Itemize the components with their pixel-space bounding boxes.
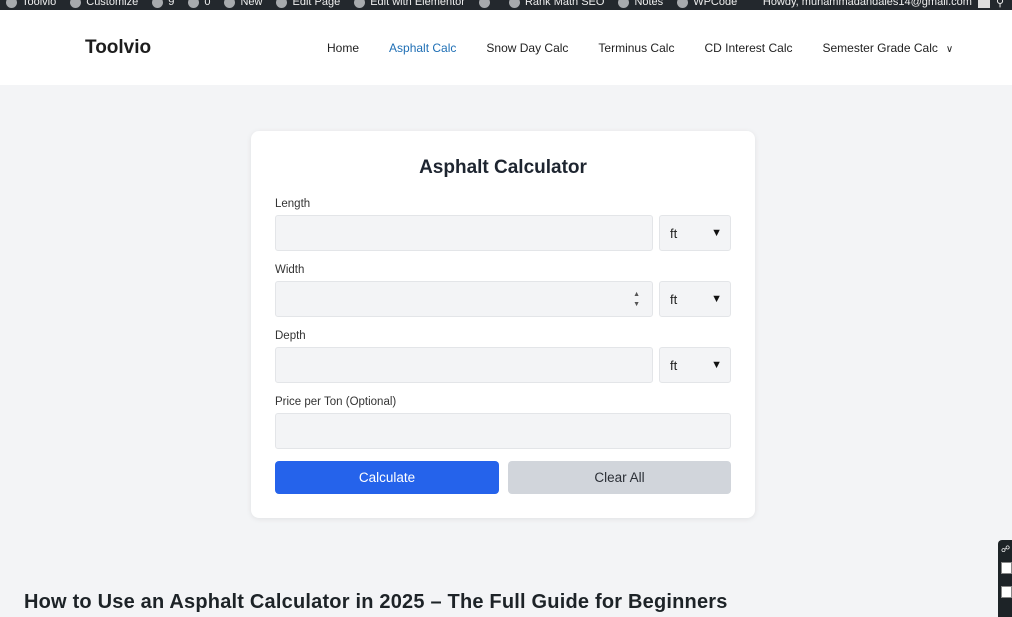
- avatar[interactable]: [977, 0, 990, 8]
- length-unit-value: ft: [670, 225, 678, 241]
- admin-bar-label: Customize: [86, 0, 139, 8]
- length-label: Length: [275, 198, 311, 210]
- number-spinner-icon[interactable]: ▲ ▼: [633, 290, 640, 310]
- nav-item-label: Asphalt Calc: [389, 41, 457, 55]
- admin-bar-item[interactable]: 9: [152, 0, 174, 8]
- nav-item-label: Semester Grade Calc: [822, 41, 938, 55]
- admin-bar-item[interactable]: 0: [188, 0, 210, 8]
- admin-bar-icon: [478, 0, 490, 8]
- admin-bar-item[interactable]: [478, 0, 495, 8]
- admin-bar-item[interactable]: Edit Page: [276, 0, 340, 8]
- width-unit-value: ft: [670, 291, 678, 307]
- admin-bar-icon: [6, 0, 17, 8]
- search-icon[interactable]: ⚲: [996, 0, 1004, 9]
- width-unit-select[interactable]: ft ▼: [659, 281, 731, 317]
- width-input[interactable]: ▲ ▼: [275, 281, 653, 317]
- chevron-down-icon: ▼: [711, 293, 722, 305]
- nav-item-label: Home: [327, 41, 360, 55]
- site-header: Toolvio Home Asphalt Calc Snow Day Calc Ter…: [0, 10, 1012, 85]
- width-label: Width: [275, 264, 305, 276]
- nav-item-label: CD Interest Calc: [704, 41, 793, 55]
- price-label: Price per Ton (Optional): [275, 396, 397, 408]
- nav-item-asphalt-calc[interactable]: Asphalt Calc: [389, 41, 456, 55]
- admin-bar-label: WPCode: [693, 0, 738, 8]
- length-unit-select[interactable]: ft ▼: [659, 215, 731, 251]
- nav-item-semester-grade-calc[interactable]: Semester Grade Calc ∨: [822, 41, 953, 55]
- depth-label: Depth: [275, 330, 306, 342]
- admin-bar-item[interactable]: Notes: [618, 0, 663, 8]
- admin-bar-label: Toolvio: [22, 0, 57, 8]
- calculator-title: Asphalt Calculator: [419, 157, 587, 178]
- main-nav: Home Asphalt Calc Snow Day Calc Terminus Ca…: [327, 41, 983, 55]
- site-logo[interactable]: Toolvio: [85, 37, 151, 59]
- chevron-down-icon: ▼: [711, 359, 722, 371]
- admin-bar-label: 0: [204, 0, 211, 8]
- admin-bar-label: Notes: [634, 0, 664, 8]
- widget-box[interactable]: [1001, 562, 1012, 574]
- admin-bar-left: Toolvio Customize 9 0 New Edit Page Edit with …: [6, 0, 751, 8]
- admin-bar-icon: [224, 0, 236, 8]
- calculate-button[interactable]: Calculate: [275, 461, 499, 494]
- nav-item-label: Snow Day Calc: [486, 41, 569, 55]
- nav-item-terminus-calc[interactable]: Terminus Calc: [598, 41, 674, 55]
- admin-bar-icon: [70, 0, 82, 8]
- admin-bar-icon: [276, 0, 288, 8]
- admin-bar-icon: [152, 0, 164, 8]
- admin-bar-label: New: [240, 0, 263, 8]
- widget-box[interactable]: [1001, 586, 1012, 598]
- admin-bar-right: Howdy, muhammadandales14@gmail.com ⚲: [763, 0, 1004, 9]
- floating-widget[interactable]: ☍: [998, 540, 1012, 617]
- clear-all-button[interactable]: Clear All: [508, 461, 731, 494]
- link-icon[interactable]: ☍: [1001, 544, 1010, 555]
- chevron-down-icon: ▼: [711, 227, 722, 239]
- admin-bar-label: 9: [168, 0, 175, 8]
- admin-bar-icon: [618, 0, 630, 8]
- admin-bar-item[interactable]: Rank Math SEO: [508, 0, 605, 8]
- admin-bar-item[interactable]: Edit with Elementor: [354, 0, 465, 8]
- nav-item-home[interactable]: Home: [327, 41, 359, 55]
- admin-bar-icon: [354, 0, 366, 8]
- admin-bar-icon: [677, 0, 689, 8]
- admin-greeting[interactable]: Howdy, muhammadandales14@gmail.com: [763, 0, 972, 8]
- chevron-down-icon[interactable]: ∨: [946, 44, 953, 55]
- admin-bar-item[interactable]: WPCode: [677, 0, 737, 8]
- asphalt-calculator-card: Asphalt Calculator Length ft ▼ Width ▲ ▼ …: [251, 131, 755, 518]
- admin-bar-item[interactable]: Customize: [70, 0, 138, 8]
- admin-bar-label: Edit Page: [292, 0, 341, 8]
- length-input[interactable]: [275, 215, 653, 251]
- nav-item-snow-day-calc[interactable]: Snow Day Calc: [486, 41, 568, 55]
- depth-unit-value: ft: [670, 357, 678, 373]
- admin-bar-item[interactable]: New: [224, 0, 262, 8]
- admin-bar-label: Rank Math SEO: [524, 0, 605, 8]
- admin-bar: Toolvio Customize 9 0 New Edit Page Edit with …: [0, 0, 1012, 10]
- admin-bar-label: Edit with Elementor: [370, 0, 465, 8]
- admin-bar-item[interactable]: Toolvio: [6, 0, 56, 8]
- nav-item-label: Terminus Calc: [598, 41, 675, 55]
- article-heading: How to Use an Asphalt Calculator in 2025…: [24, 591, 728, 613]
- admin-bar-icon: [508, 0, 520, 8]
- admin-bar-icon: [188, 0, 200, 8]
- price-input[interactable]: [275, 413, 731, 449]
- depth-unit-select[interactable]: ft ▼: [659, 347, 731, 383]
- nav-item-cd-interest-calc[interactable]: CD Interest Calc: [704, 41, 792, 55]
- depth-input[interactable]: [275, 347, 653, 383]
